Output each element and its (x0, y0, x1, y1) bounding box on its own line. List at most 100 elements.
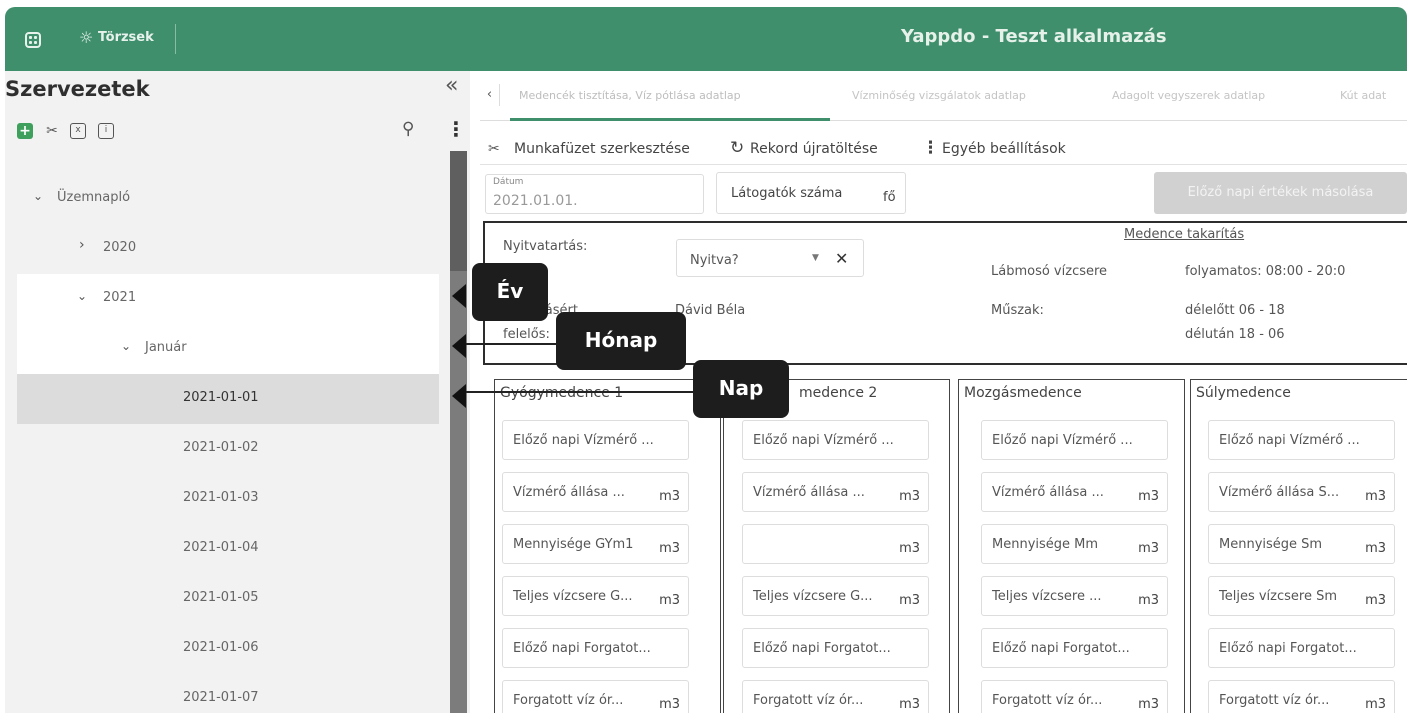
reload-record-button[interactable]: Rekord újratöltése (750, 141, 878, 157)
pool-field[interactable]: Vízmérő állása ... m3 (502, 472, 689, 512)
pool-field[interactable]: Előző napi Forgatot... (742, 628, 929, 668)
pool-field[interactable]: Mennyisége GYm1 m3 (502, 524, 689, 564)
search-icon[interactable]: ⚲ (402, 119, 414, 139)
field-unit: m3 (1365, 697, 1386, 712)
pool-field[interactable]: Előző napi Vízmérő ... (502, 420, 689, 460)
pool-field[interactable]: Teljes vízcsere Sm m3 (1208, 576, 1395, 616)
field-label: Előző napi Forgatot... (753, 641, 891, 656)
pool-field[interactable]: Előző napi Vízmérő ... (981, 420, 1168, 460)
edit-workbook-button[interactable]: Munkafüzet szerkesztése (514, 141, 690, 157)
tree-item-day[interactable]: 2021-01-06 (17, 624, 439, 674)
tab-medencek[interactable]: Medencék tisztítása, Víz pótlása adatlap (519, 89, 741, 102)
tab-kut[interactable]: Kút adat (1340, 89, 1386, 102)
divider (175, 24, 176, 54)
field-label: Vízmérő állása ... (753, 485, 865, 500)
pool-field[interactable]: Előző napi Vízmérő ... (1208, 420, 1395, 460)
opening-select[interactable]: Nyitva? ▼ ✕ (676, 239, 864, 277)
tree-label: Üzemnapló (57, 190, 131, 205)
callout-nap: Nap (693, 360, 789, 418)
field-label: Forgatott víz ór... (1219, 693, 1330, 708)
info-icon[interactable]: i (98, 123, 114, 139)
add-icon[interactable]: + (17, 123, 33, 139)
pool-field[interactable]: m3 (742, 524, 929, 564)
chevron-down-icon: ⌄ (77, 289, 88, 303)
tabs-back-icon[interactable]: ‹ (480, 84, 500, 106)
pool-field[interactable]: Mennyisége Mm m3 (981, 524, 1168, 564)
apps-grid-icon[interactable] (25, 32, 41, 48)
tree-item-2021[interactable]: ⌄ 2021 (17, 274, 439, 324)
tree-item-day[interactable]: 2021-01-05 (17, 574, 439, 624)
tree-item-day[interactable]: 2021-01-03 (17, 474, 439, 524)
callout-ev: Év (472, 263, 548, 321)
pool-field[interactable]: Forgatott víz ór... m3 (1208, 680, 1395, 713)
tree-item-uzemnaplo[interactable]: ⌄ Üzemnapló (17, 174, 439, 224)
tab-vizminoseg[interactable]: Vízminőség vizsgálatok adatlap (852, 89, 1026, 102)
tree-item-day[interactable]: 2021-01-07 (17, 674, 439, 713)
cleaning-link[interactable]: Medence takarítás (1124, 227, 1244, 242)
field-label: Előző napi Vízmérő ... (513, 433, 654, 448)
pointer-arrow (452, 284, 466, 308)
dropdown-caret-icon[interactable]: ▼ (812, 253, 819, 263)
field-label: Vízmérő állása ... (992, 485, 1104, 500)
copy-previous-day-button[interactable]: Előző napi értékek másolása (1154, 172, 1407, 214)
field-unit: m3 (1138, 697, 1159, 712)
tree-label: 2020 (103, 240, 137, 255)
pool-field[interactable]: Forgatott víz ór... m3 (981, 680, 1168, 713)
pool-field[interactable]: Teljes vízcsere G... m3 (742, 576, 929, 616)
pool-field[interactable]: Vízmérő állása ... m3 (742, 472, 929, 512)
more-icon: ⋮ (922, 138, 939, 158)
pool-field[interactable]: Teljes vízcsere ... m3 (981, 576, 1168, 616)
tree-label: Január (145, 340, 187, 355)
tools-icon[interactable]: ✂ (44, 123, 60, 139)
reload-icon: ↻ (730, 138, 745, 158)
pool-field[interactable]: Előző napi Forgatot... (502, 628, 689, 668)
chevron-down-icon: ⌄ (121, 339, 132, 353)
tree-item-2020[interactable]: › 2020 (17, 224, 439, 274)
field-unit: m3 (659, 593, 680, 608)
tree-item-day[interactable]: 2021-01-02 (17, 424, 439, 474)
tree-item-day[interactable]: 2021-01-04 (17, 524, 439, 574)
callout-honap: Hónap (556, 312, 686, 370)
chevron-down-icon: ⌄ (33, 189, 44, 203)
pool-field[interactable]: Előző napi Vízmérő ... (742, 420, 929, 460)
shift-morning: délelőtt 06 - 18 (1185, 303, 1285, 318)
pool-field[interactable]: Vízmérő állása ... m3 (981, 472, 1168, 512)
pool-field[interactable]: Előző napi Forgatot... (1208, 628, 1395, 668)
shift-label: Műszak: (991, 303, 1044, 318)
field-label: Előző napi Forgatot... (992, 641, 1130, 656)
pool-field[interactable]: Vízmérő állása S... m3 (1208, 472, 1395, 512)
visitors-field[interactable]: Látogatók száma fő (716, 172, 906, 214)
pool-name: Mozgásmedence (964, 385, 1082, 401)
tree-item-day-selected[interactable]: 2021-01-01 (17, 374, 439, 424)
more-options-icon[interactable]: ⋮ (446, 117, 466, 141)
scrollbar-thumb[interactable] (450, 151, 467, 271)
field-label: Teljes vízcsere G... (753, 589, 873, 604)
pool-field[interactable]: Teljes vízcsere G... m3 (502, 576, 689, 616)
field-label: Teljes vízcsere G... (513, 589, 633, 604)
field-label: Vízmérő állása S... (1219, 485, 1340, 500)
clear-icon[interactable]: ✕ (835, 249, 848, 268)
tree-label: 2021-01-07 (183, 690, 259, 705)
pointer-arrow (452, 334, 466, 358)
field-label: Mennyisége GYm1 (513, 537, 634, 552)
date-field[interactable]: Dátum 2021.01.01. (485, 174, 704, 214)
tree-item-januar[interactable]: ⌄ Január (17, 324, 439, 374)
excel-icon[interactable]: x (70, 123, 86, 139)
field-unit: m3 (899, 489, 920, 504)
app-window: ☼ Törzsek Yappdo - Teszt alkalmazás Szer… (5, 7, 1407, 713)
pool-field[interactable]: Forgatott víz ór... m3 (502, 680, 689, 713)
tab-adagolt[interactable]: Adagolt vegyszerek adatlap (1112, 89, 1265, 102)
sidebar-title: Szervezetek (5, 77, 150, 101)
pointer-arrow (452, 384, 466, 408)
other-settings-button[interactable]: Egyéb beállítások (942, 141, 1066, 157)
field-unit: m3 (899, 541, 920, 556)
pool-field[interactable]: Előző napi Forgatot... (981, 628, 1168, 668)
field-unit: m3 (659, 541, 680, 556)
pool-field[interactable]: Mennyisége Sm m3 (1208, 524, 1395, 564)
pool-field[interactable]: Forgatott víz ór... m3 (742, 680, 929, 713)
collapse-sidebar-icon[interactable]: « (445, 73, 458, 98)
field-unit: m3 (1365, 593, 1386, 608)
field-unit: m3 (899, 593, 920, 608)
torzsek-menu[interactable]: Törzsek (98, 30, 154, 45)
field-label: Teljes vízcsere Sm (1219, 589, 1338, 604)
